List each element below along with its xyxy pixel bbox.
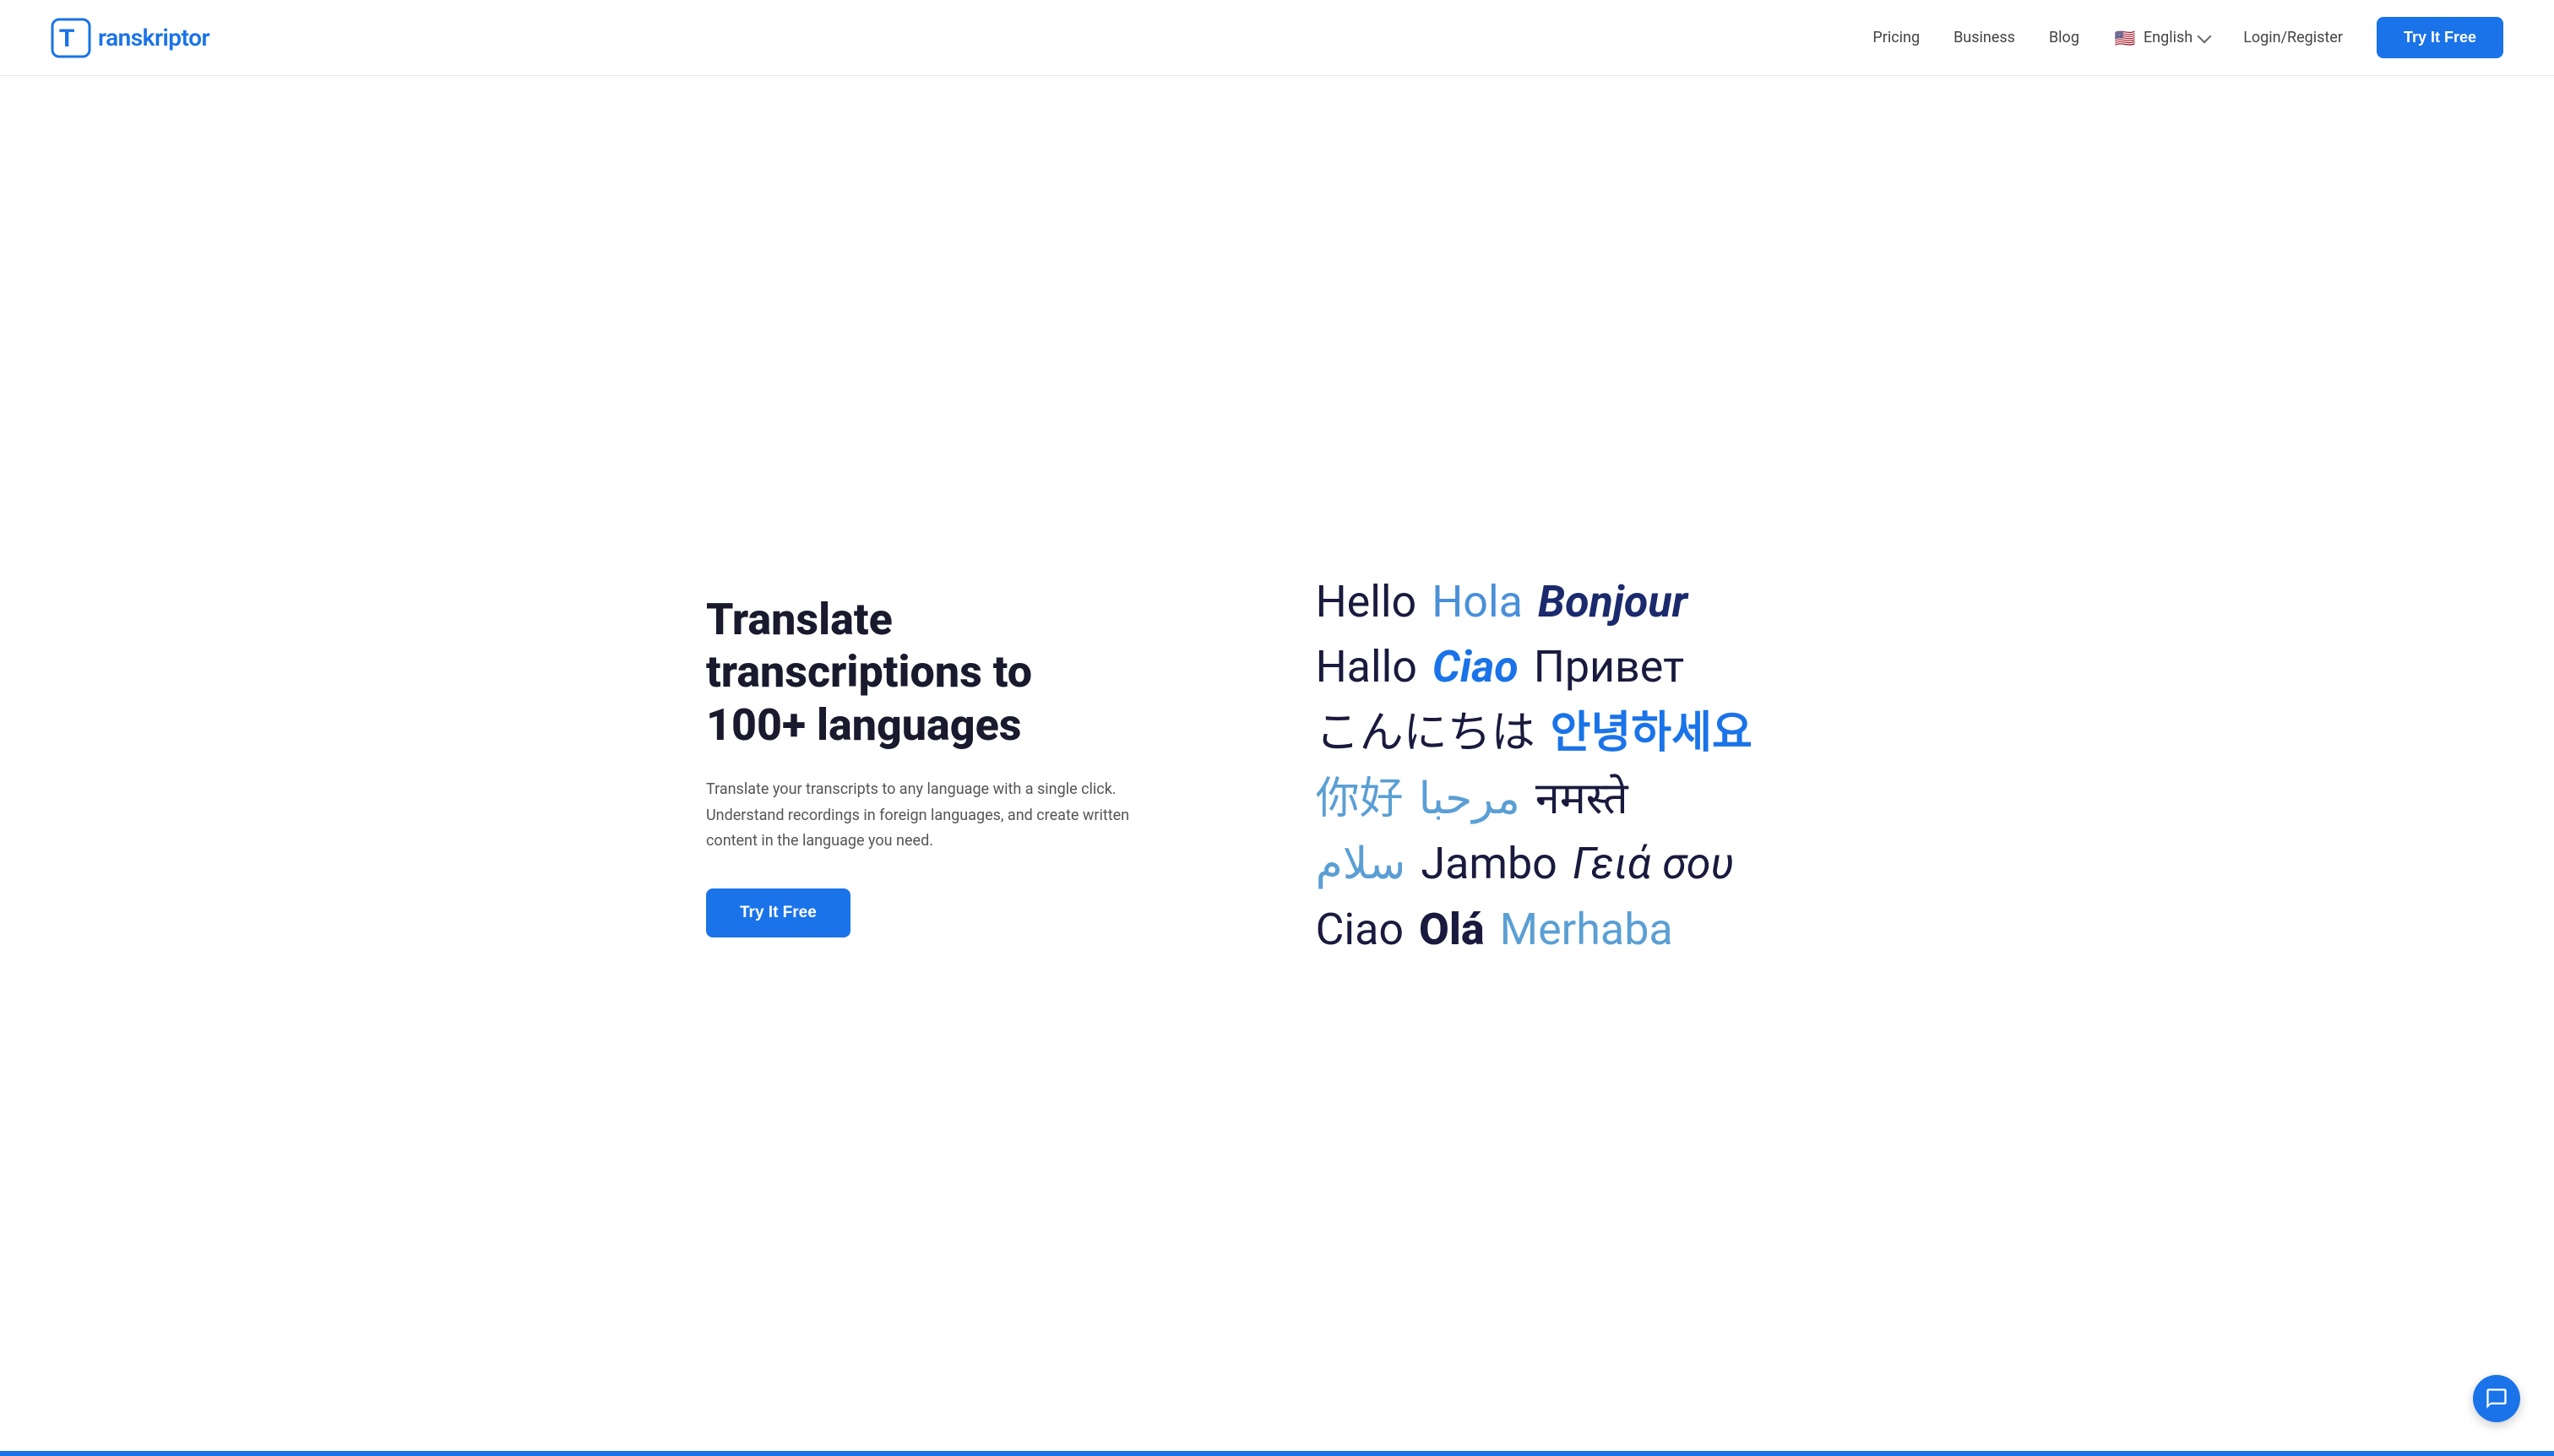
lang-hallo: Hallo	[1316, 638, 1417, 696]
flag-icon: 🇺🇸	[2113, 30, 2137, 46]
right-column: Hello Hola Bonjour Hallo Ciao Привет こんに…	[1220, 573, 1848, 959]
language-cloud: Hello Hola Bonjour Hallo Ciao Привет こんに…	[1316, 573, 1752, 959]
lang-salam: سلام	[1316, 835, 1406, 893]
lang-merhaba: Merhaba	[1500, 901, 1673, 959]
logo-text: ranskriptor	[98, 24, 209, 52]
chat-icon	[2485, 1387, 2508, 1410]
main-content: Translate transcriptions to 100+ languag…	[638, 76, 1916, 1455]
nav-pricing[interactable]: Pricing	[1872, 29, 1920, 46]
nav-blog[interactable]: Blog	[2049, 29, 2079, 46]
lang-row-2: Hallo Ciao Привет	[1316, 638, 1752, 696]
svg-text:T: T	[59, 24, 74, 52]
lang-bonjour: Bonjour	[1538, 573, 1687, 631]
lang-row-6: Ciao Olá Merhaba	[1316, 901, 1752, 959]
lang-hola: Hola	[1432, 573, 1523, 631]
lang-yiasou: Γειά σου	[1573, 835, 1734, 893]
lang-row-4: 你好 مرحبا नमस्ते	[1316, 770, 1752, 828]
lang-row-1: Hello Hola Bonjour	[1316, 573, 1752, 631]
main-nav: Pricing Business Blog 🇺🇸 English Login/R…	[1872, 17, 2503, 58]
lang-ciao2: Ciao	[1316, 901, 1404, 959]
bottom-accent-bar	[0, 1451, 2554, 1456]
try-it-free-header-button[interactable]: Try It Free	[2377, 17, 2503, 58]
left-column: Translate transcriptions to 100+ languag…	[706, 594, 1220, 937]
try-it-free-main-button[interactable]: Try It Free	[706, 888, 850, 937]
lang-marhaba: مرحبا	[1419, 770, 1520, 828]
lang-privet: Привет	[1534, 638, 1684, 696]
lang-row-5: سلام Jambo Γειά σου	[1316, 835, 1752, 893]
language-selector[interactable]: 🇺🇸 English	[2113, 29, 2209, 46]
lang-annyeong: 안녕하세요	[1551, 704, 1752, 762]
language-label: English	[2144, 29, 2193, 46]
logo[interactable]: T ranskriptor	[51, 18, 209, 58]
lang-konnichiwa: こんにちは	[1316, 704, 1535, 762]
main-description: Translate your transcripts to any langua…	[706, 777, 1162, 855]
lang-namaste: नमस्ते	[1535, 770, 1628, 828]
logo-icon: T	[51, 18, 91, 58]
nav-business[interactable]: Business	[1954, 29, 2015, 46]
chevron-down-icon	[2198, 29, 2212, 43]
login-register-link[interactable]: Login/Register	[2243, 29, 2343, 46]
lang-hello: Hello	[1316, 573, 1417, 631]
main-heading: Translate transcriptions to 100+ languag…	[706, 594, 1169, 752]
lang-ola: Olá	[1419, 901, 1485, 959]
lang-ciao-it: Ciao	[1432, 638, 1519, 696]
chat-support-button[interactable]	[2473, 1375, 2520, 1422]
lang-row-3: こんにちは 안녕하세요	[1316, 704, 1752, 762]
lang-jambo: Jambo	[1421, 835, 1557, 893]
lang-nihao: 你好	[1316, 770, 1404, 828]
